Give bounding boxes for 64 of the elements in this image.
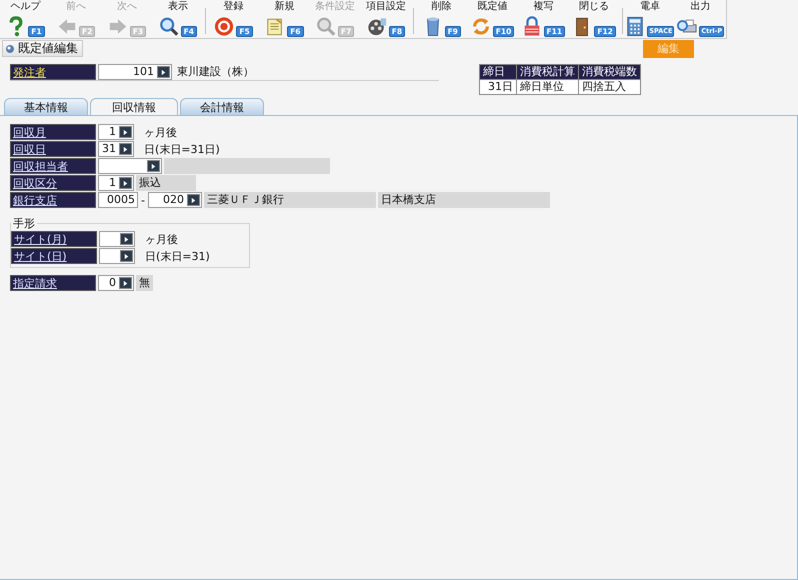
lookup-button[interactable] <box>147 160 160 172</box>
field-label[interactable]: サイト(月) <box>11 231 97 247</box>
triangle-icon <box>160 68 167 76</box>
display-field: 三菱ＵＦＪ銀行 <box>204 192 376 208</box>
group-title: 手形 <box>12 216 36 231</box>
input-field[interactable]: 101 <box>98 64 172 80</box>
column-header: 消費税計算 <box>516 64 578 80</box>
display-field: 振込 <box>136 175 196 191</box>
display-field: 日本橋支店 <box>378 192 550 208</box>
lookup-button[interactable] <box>186 194 200 206</box>
triangle-icon <box>150 162 157 170</box>
search-icon <box>316 16 336 37</box>
input-field[interactable]: 020 <box>148 192 202 208</box>
table-cell: 四捨五入 <box>578 80 640 94</box>
dash-separator: - <box>140 194 146 206</box>
triangle-icon <box>122 146 129 152</box>
input-field[interactable]: 1 <box>98 175 134 191</box>
table-cell: 締日単位 <box>516 80 578 94</box>
tab[interactable]: 会計情報 <box>180 98 264 115</box>
field-note: ヶ月後 <box>143 124 177 140</box>
triangle-icon <box>123 236 130 242</box>
field-label[interactable]: 銀行支店 <box>10 192 96 208</box>
triangle-icon <box>123 252 130 260</box>
lookup-button[interactable] <box>119 143 132 155</box>
field-label[interactable]: 回収月 <box>10 124 96 140</box>
triangle-icon <box>122 280 129 286</box>
field-label[interactable]: 発注者 <box>10 64 96 80</box>
field-note: 日(末日=31) <box>144 248 210 264</box>
lookup-button[interactable] <box>119 126 132 138</box>
refresh-icon <box>470 16 491 37</box>
triangle-icon <box>122 180 129 186</box>
lookup-button[interactable] <box>120 250 133 262</box>
triangle-icon <box>190 196 197 204</box>
search-icon <box>158 16 179 37</box>
input-field[interactable] <box>99 248 135 264</box>
lookup-button[interactable] <box>120 233 133 245</box>
input-field[interactable]: 0 <box>98 275 134 291</box>
mode-button[interactable]: 既定値編集 <box>2 40 83 57</box>
lookup-button[interactable] <box>157 66 170 78</box>
field-label[interactable]: 回収担当者 <box>10 158 96 174</box>
display-field: 無 <box>136 275 153 291</box>
field-note: 日(末日=31日) <box>143 142 220 156</box>
lookup-button[interactable] <box>119 277 132 289</box>
triangle-icon <box>122 128 129 136</box>
edit-mode-badge: 編集 <box>643 40 694 58</box>
field-label[interactable]: 指定請求 <box>10 275 96 291</box>
lookup-button[interactable] <box>119 177 132 189</box>
table-cell: 31日 <box>480 80 516 94</box>
column-header: 締日 <box>480 64 516 80</box>
input-field[interactable]: 31 <box>98 141 134 157</box>
input-field[interactable] <box>98 158 162 174</box>
input-field[interactable]: 0005 <box>98 192 138 208</box>
field-label[interactable]: サイト(日) <box>11 248 97 264</box>
field-label[interactable]: 回収日 <box>10 141 96 157</box>
input-field[interactable] <box>99 231 135 247</box>
field-label[interactable]: 回収区分 <box>10 175 96 191</box>
column-header: 消費税端数 <box>578 64 640 80</box>
customer-name: 東川建設（株） <box>176 64 255 80</box>
disc-icon <box>5 44 15 54</box>
tab[interactable]: 基本情報 <box>4 98 88 115</box>
tab[interactable]: 回収情報 <box>90 98 178 115</box>
input-field[interactable]: 1 <box>98 124 134 140</box>
field-note: ヶ月後 <box>144 232 178 246</box>
film-reel-icon <box>366 16 387 37</box>
